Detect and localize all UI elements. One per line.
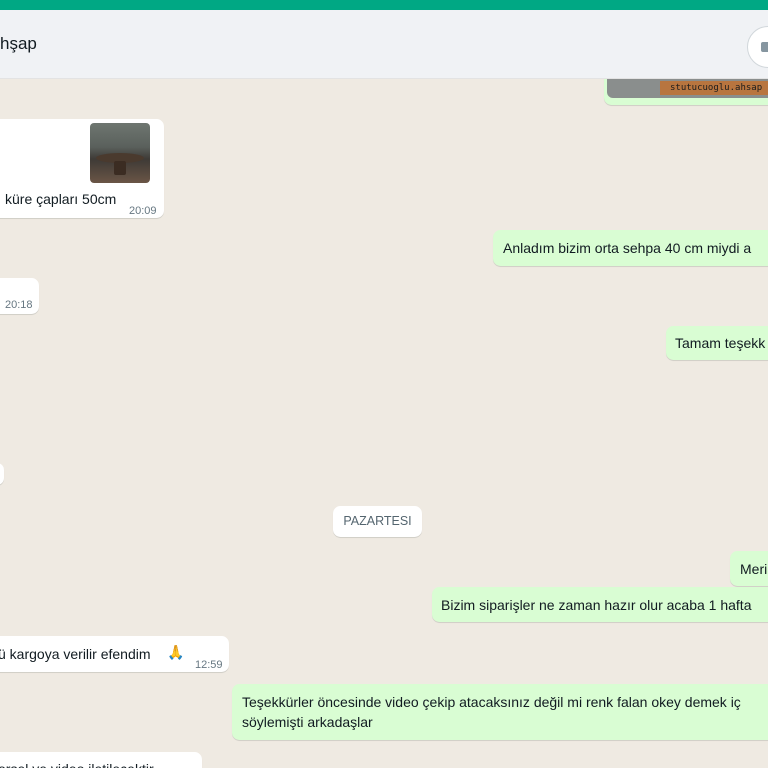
date-divider: PAZARTESI [333, 506, 422, 537]
message-bubble-outgoing[interactable]: Bizim siparişler ne zaman hazır olur aca… [432, 587, 768, 622]
message-text: Bizim siparişler ne zaman hazır olur aca… [441, 597, 752, 613]
message-text-line-1: Teşekkürler öncesinde video çekip atacak… [242, 694, 741, 710]
message-bubble-incoming[interactable]: ü kargoya verilir efendim 🙏 12:59 [0, 636, 229, 672]
product-thumbnail[interactable] [90, 123, 150, 183]
message-bubble-incoming[interactable]: küre çapları 50cm 20:09 [0, 119, 164, 218]
message-text-line-2: söylemişti arkadaşlar [242, 714, 373, 730]
image-message[interactable]: stutucuoglu.ahsap [604, 79, 768, 105]
message-bubble-outgoing[interactable]: Meri [730, 551, 768, 586]
photo-watermark: stutucuoglu.ahsap [660, 81, 768, 95]
message-text: küre çapları 50cm [5, 191, 117, 207]
app-top-bar [0, 0, 768, 10]
chat-header[interactable]: hşap [0, 10, 768, 79]
pray-emoji: 🙏 [167, 645, 185, 661]
message-bubble-outgoing[interactable]: Teşekkürler öncesinde video çekip atacak… [232, 684, 768, 740]
menu-icon [761, 42, 768, 52]
message-text: orsel ve video iletilecektir [0, 759, 154, 768]
message-bubble-outgoing[interactable]: Tamam teşekk [666, 326, 768, 360]
message-bubble-incoming[interactable]: 20:18 [0, 278, 39, 314]
message-text: Meri [740, 561, 768, 577]
message-bubble-incoming[interactable]: orsel ve video iletilecektir [0, 752, 202, 768]
message-time: 20:18 [5, 299, 33, 311]
header-menu-button[interactable] [747, 26, 768, 68]
message-text: Anladım bizim orta sehpa 40 cm miydi a [503, 240, 752, 256]
message-time: 12:59 [195, 659, 223, 671]
message-bubble-incoming[interactable] [0, 463, 4, 485]
contact-name[interactable]: hşap [0, 34, 37, 54]
message-time: 20:09 [129, 205, 157, 217]
message-list[interactable]: stutucuoglu.ahsap küre çapları 50cm 20:0… [0, 79, 768, 768]
message-bubble-outgoing[interactable]: Anladım bizim orta sehpa 40 cm miydi a [493, 230, 768, 266]
message-text: Tamam teşekk [675, 335, 766, 351]
thumbnail-table-base [114, 161, 126, 175]
message-text: ü kargoya verilir efendim [0, 646, 151, 662]
